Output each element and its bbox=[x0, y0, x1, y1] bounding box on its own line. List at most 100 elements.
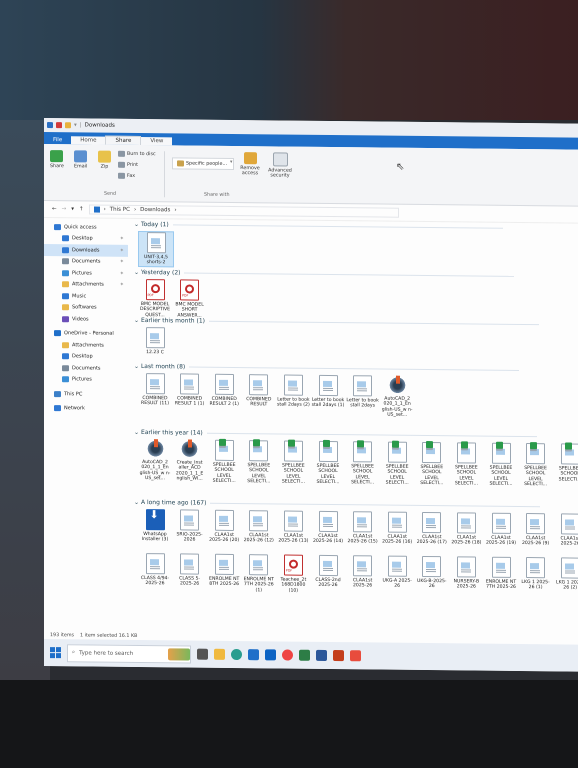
file-item[interactable]: COMBINED RESULT (11) bbox=[138, 373, 172, 407]
file-item[interactable]: COMBINED RESULT 1 (1) bbox=[173, 373, 207, 407]
task-view-icon[interactable] bbox=[197, 648, 208, 660]
nav-item[interactable]: Downloads ✦ bbox=[44, 244, 128, 257]
file-item[interactable]: SPELLBEE SCHOOL LEVEL SELECTI... bbox=[276, 440, 310, 485]
file-item[interactable]: CLAA1st 2025-26 (13) bbox=[276, 510, 310, 544]
file-item[interactable]: CLASS 4/94-2025-26 bbox=[138, 553, 172, 587]
file-item[interactable]: CLAA1st 2025-26 (19) bbox=[484, 512, 518, 547]
share-dropdown-icon[interactable]: ▾ bbox=[230, 160, 232, 165]
excel-icon[interactable] bbox=[299, 649, 310, 661]
store-icon[interactable] bbox=[248, 649, 259, 661]
remove-access-button[interactable]: Remove access bbox=[238, 152, 262, 176]
powerpoint-icon[interactable] bbox=[333, 650, 344, 662]
file-item[interactable]: SPELLBEE SCHOOL LEVEL SELECTI... bbox=[346, 441, 380, 486]
file-item[interactable]: SPELLBEE SCHOOL LEVEL SELECTI... bbox=[311, 440, 345, 486]
file-item[interactable]: Letter to book stall 2days (1) bbox=[311, 374, 345, 409]
collapse-chevron-icon[interactable]: ⌄ bbox=[134, 363, 141, 370]
file-item[interactable]: Create_Inst aller_ACD 2020_1_1_E nglish_… bbox=[173, 439, 207, 482]
file-item[interactable]: CLAA1st 2025-26 (14) bbox=[311, 510, 345, 545]
nav-item[interactable]: Attachments ✦ bbox=[44, 279, 128, 291]
breadcrumb-this-pc[interactable]: This PC bbox=[110, 207, 130, 213]
file-item[interactable]: SRIO-2025-2026 bbox=[173, 509, 207, 543]
email-button[interactable]: Email bbox=[74, 150, 87, 169]
quick-access-dropdown-icon[interactable]: ▾ bbox=[74, 122, 77, 128]
file-item[interactable]: LKG 1 2025-26 (2) bbox=[553, 557, 578, 591]
tab-file[interactable]: File bbox=[44, 136, 71, 144]
breadcrumb-downloads[interactable]: Downloads bbox=[140, 207, 170, 213]
share-button[interactable]: Share bbox=[50, 150, 64, 169]
file-item[interactable]: BMC MODEL SHORT ANSWER... bbox=[173, 279, 207, 319]
nav-item[interactable]: Quick access bbox=[44, 221, 128, 233]
file-item[interactable]: ENROLME NT 8TH 2025-26 bbox=[207, 553, 241, 588]
file-item[interactable]: CLAA1st 2025-26 (16) bbox=[380, 511, 414, 546]
nav-item[interactable]: Documents bbox=[44, 362, 128, 374]
file-item[interactable]: CLAA1st 2025-26 (12) bbox=[242, 510, 276, 544]
file-item[interactable]: AutoCAD_2 020_1_1_En glish-US_w n-US_set… bbox=[138, 439, 172, 482]
collapse-chevron-icon[interactable]: ⌄ bbox=[134, 499, 141, 506]
file-item[interactable]: LKG 1 2025-26 (1) bbox=[519, 557, 553, 591]
file-item[interactable]: Letter to book stall 2days bbox=[346, 375, 380, 409]
file-item[interactable]: WhatsApp Installer (3) bbox=[138, 509, 172, 543]
file-item[interactable]: SPELLBEE SCHOOL LEVEL SELECTI... bbox=[449, 442, 483, 487]
nav-item[interactable]: This PC bbox=[44, 388, 128, 400]
nav-item[interactable]: Softwares bbox=[44, 302, 128, 314]
group-header[interactable]: ⌄ Yesterday (2) bbox=[134, 269, 515, 280]
file-item[interactable]: COMBINED RESULT 2 (1) bbox=[207, 373, 241, 408]
app-icon[interactable] bbox=[350, 650, 361, 662]
up-icon[interactable]: ↑ bbox=[79, 206, 84, 212]
file-item[interactable]: SPELLBEE SCHOOL SELECTI... bbox=[553, 443, 578, 483]
file-item[interactable]: SPELLBEE SCHOOL LEVEL SELECTI... bbox=[380, 441, 414, 487]
file-item[interactable]: CLAA1st 2025-26 (18) bbox=[449, 512, 483, 546]
windows-start-icon[interactable] bbox=[50, 647, 61, 659]
file-item[interactable]: CLAA1st 2025-26 (17) bbox=[415, 511, 449, 546]
nav-item[interactable]: Desktop bbox=[44, 351, 128, 363]
burn-button[interactable]: Burn to disc bbox=[118, 150, 156, 157]
file-item[interactable]: SPELLBEE SCHOOL LEVEL SELECTI... bbox=[242, 440, 276, 485]
nav-item[interactable]: Videos bbox=[44, 313, 128, 325]
nav-item[interactable]: Pictures ✦ bbox=[44, 267, 128, 279]
file-item[interactable]: NURSERY-B 2025-26 bbox=[449, 556, 483, 590]
file-item[interactable]: CLASS-2nd 2025-26 bbox=[311, 554, 345, 589]
chrome-icon[interactable] bbox=[282, 649, 293, 661]
undo-icon[interactable] bbox=[56, 122, 62, 129]
group-header[interactable]: ⌄ Last month (8) bbox=[134, 363, 520, 374]
nav-item[interactable]: Music bbox=[44, 290, 128, 302]
group-header[interactable]: ⌄ A long time ago (167) bbox=[134, 499, 541, 510]
advanced-security-button[interactable]: Advanced security bbox=[266, 152, 294, 179]
nav-item[interactable]: Documents ✦ bbox=[44, 256, 128, 268]
file-explorer-icon[interactable] bbox=[214, 648, 225, 660]
file-item[interactable]: CLAA1st 2025-26 bbox=[346, 555, 380, 589]
file-item[interactable]: COMBINED RESULT bbox=[242, 374, 276, 408]
nav-item[interactable]: OneDrive - Personal bbox=[44, 328, 128, 340]
outlook-icon[interactable] bbox=[265, 649, 276, 661]
file-item[interactable]: SPELLBEE SCHOOL LEVEL SELECTI... bbox=[519, 443, 553, 488]
nav-item[interactable]: Pictures bbox=[44, 374, 128, 386]
back-icon[interactable]: ← bbox=[52, 206, 57, 212]
file-item[interactable]: SPELLBEE SCHOOL LEVEL SELECTI... bbox=[415, 441, 449, 487]
file-item[interactable]: UKG-B-2025-26 bbox=[415, 555, 449, 590]
file-item[interactable]: SPELLBEE SCHOOL LEVEL SELECTI... bbox=[207, 439, 241, 485]
file-item[interactable]: CLAA1st 2025-26 (20) bbox=[207, 509, 241, 544]
nav-item[interactable]: Desktop ✦ bbox=[44, 233, 128, 245]
forward-icon[interactable]: → bbox=[62, 206, 67, 212]
file-item[interactable]: Teachee_2t 168D1800 (10) bbox=[276, 554, 310, 594]
file-item[interactable]: UKG-A 2025-26 bbox=[380, 555, 414, 590]
tab-share[interactable]: Share bbox=[105, 135, 142, 146]
file-item[interactable]: AutoCAD_2 020_1_1_En glish-US_w n-US_set… bbox=[380, 375, 414, 419]
fax-button[interactable]: Fax bbox=[118, 172, 135, 179]
file-item[interactable]: UNIT-3,4,5 shorts-2 bbox=[138, 230, 174, 268]
file-item[interactable]: 12.23 C bbox=[138, 327, 172, 356]
file-item[interactable]: CLAA1st 2025-26 (9) bbox=[519, 513, 553, 547]
nav-item[interactable]: Attachments bbox=[44, 339, 128, 351]
taskbar-search[interactable]: ⌕ Type here to search bbox=[67, 643, 191, 664]
file-item[interactable]: ENROLME NT 7TH 2025-26 bbox=[484, 556, 518, 591]
file-item[interactable]: CLAA1st 2025-26 (15) bbox=[346, 511, 380, 545]
group-header[interactable]: ⌄ Earlier this month (1) bbox=[134, 317, 540, 328]
address-bar[interactable]: › This PC › Downloads › bbox=[88, 204, 399, 218]
collapse-chevron-icon[interactable]: ⌄ bbox=[134, 429, 141, 436]
file-item[interactable]: CLASS 5-2025-26 bbox=[173, 553, 207, 587]
file-item[interactable]: CLAA1st 2025-26 bbox=[553, 513, 578, 547]
file-item[interactable]: ENROLME NT 7TH 2025-26 (1) bbox=[242, 554, 276, 594]
print-button[interactable]: Print bbox=[118, 161, 138, 168]
collapse-chevron-icon[interactable]: ⌄ bbox=[134, 269, 141, 276]
group-header[interactable]: ⌄ Today (1) bbox=[134, 221, 503, 232]
